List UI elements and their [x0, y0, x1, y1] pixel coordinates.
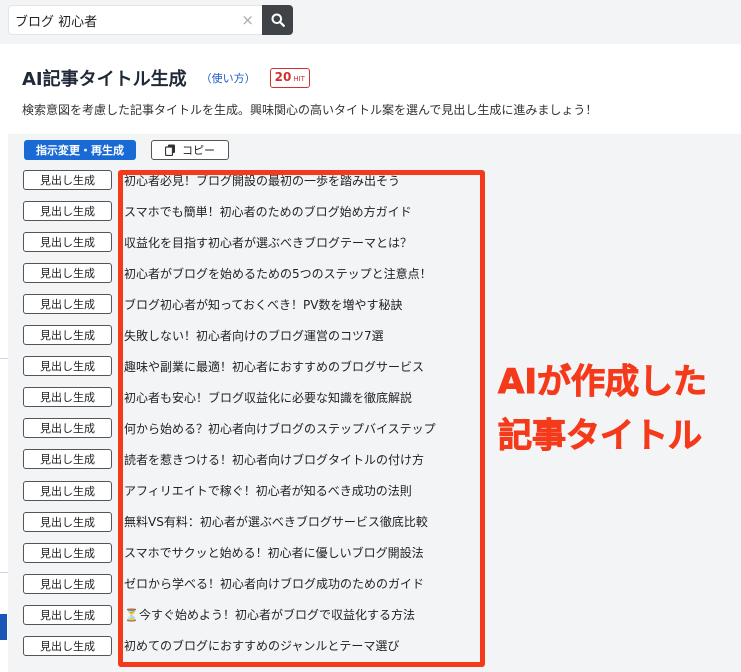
list-item: 見出し生成 失敗しない！初心者向けのブログ運営のコツ7選: [23, 325, 384, 346]
article-title: 初心者がブログを始めるための5つのステップと注意点！: [124, 266, 432, 281]
list-item: 見出し生成 読者を惹きつける！初心者向けブログタイトルの付け方: [23, 449, 425, 470]
generate-headings-button[interactable]: 見出し生成: [23, 232, 112, 253]
list-item: 見出し生成 初心者がブログを始めるための5つのステップと注意点！: [23, 263, 432, 284]
generate-headings-button[interactable]: 見出し生成: [23, 573, 112, 594]
article-title: 初めてのブログにおすすめのジャンルとテーマ選び: [124, 639, 400, 654]
article-title: 趣味や副業に最適！初心者におすすめのブログサービス: [124, 359, 425, 374]
generate-headings-button[interactable]: 見出し生成: [23, 542, 112, 563]
article-title: ⏳今すぐ始めよう！初心者がブログで収益化する方法: [124, 608, 415, 623]
generate-headings-button[interactable]: 見出し生成: [23, 511, 112, 532]
clear-icon[interactable]: ×: [241, 11, 254, 29]
list-item: 見出し生成 初心者必見！ブログ開設の最初の一歩を踏み出そう: [23, 170, 400, 190]
generate-headings-button[interactable]: 見出し生成: [23, 387, 112, 408]
copy-button[interactable]: コピー: [151, 140, 229, 160]
results-toolbar: 指示変更・再生成 コピー: [24, 140, 229, 160]
list-item: 見出し生成 無料VS有料：初心者が選ぶべきブログサービス徹底比較: [23, 511, 428, 532]
card-header: AI記事タイトル生成 （使い方） 20 HIT 検索意図を考慮した記事タイトルを…: [8, 52, 741, 134]
annotation-line-2: 記事タイトル: [498, 416, 703, 457]
article-title: スマホでサクッと始める！初心者に優しいブログ開設法: [124, 546, 424, 561]
copy-label: コピー: [182, 145, 215, 157]
hit-count: 20: [274, 70, 292, 84]
title-row: AI記事タイトル生成 （使い方） 20 HIT: [22, 65, 310, 91]
list-item: 見出し生成 ゼロから学べる！初心者向けブログ成功のためのガイド: [23, 573, 425, 594]
generate-headings-button[interactable]: 見出し生成: [23, 449, 112, 470]
article-title: ブログ初心者が知っておくべき！PV数を増やす秘訣: [124, 297, 403, 312]
generate-headings-button[interactable]: 見出し生成: [23, 325, 112, 346]
article-title: 失敗しない！初心者向けのブログ運営のコツ7選: [124, 328, 384, 343]
list-item: 見出し生成 ⏳今すぐ始めよう！初心者がブログで収益化する方法: [23, 604, 415, 625]
list-item: 見出し生成 収益化を目指す初心者が選ぶべきブログテーマとは？: [23, 232, 413, 253]
article-title: 何から始める？初心者向けブログのステップバイステップ: [124, 421, 436, 436]
article-title: 初心者必見！ブログ開設の最初の一歩を踏み出そう: [124, 173, 401, 188]
generate-headings-button[interactable]: 見出し生成: [23, 294, 112, 315]
list-item: 見出し生成 アフィリエイトで稼ぐ！初心者が知るべき成功の法則: [23, 480, 412, 501]
hit-count-badge: 20 HIT: [269, 68, 310, 88]
generate-headings-button[interactable]: 見出し生成: [23, 201, 112, 222]
list-item: 見出し生成 ブログ初心者が知っておくべき！PV数を増やす秘訣: [23, 294, 403, 315]
generate-headings-button[interactable]: 見出し生成: [23, 170, 112, 190]
list-item: 見出し生成 スマホでも簡単！初心者のためのブログ始め方ガイド: [23, 201, 412, 222]
help-link[interactable]: （使い方）: [201, 70, 256, 86]
generate-headings-button[interactable]: 見出し生成: [23, 480, 112, 501]
article-title: ゼロから学べる！初心者向けブログ成功のためのガイド: [124, 577, 425, 592]
generate-headings-button[interactable]: 見出し生成: [23, 635, 112, 656]
article-title: アフィリエイトで稼ぐ！初心者が知るべき成功の法則: [124, 484, 412, 498]
search-box: ×: [8, 5, 262, 35]
generate-headings-button[interactable]: 見出し生成: [23, 356, 112, 377]
search-button[interactable]: [262, 5, 293, 35]
article-title: 収益化を目指す初心者が選ぶべきブログテーマとは？: [124, 235, 413, 250]
page-title: AI記事タイトル生成: [22, 69, 187, 90]
left-divider: [0, 358, 8, 359]
copy-icon: [165, 144, 175, 156]
list-item: 見出し生成 趣味や副業に最適！初心者におすすめのブログサービス: [23, 356, 425, 377]
article-title: スマホでも簡単！初心者のためのブログ始め方ガイド: [124, 204, 412, 219]
generate-headings-button[interactable]: 見出し生成: [23, 418, 112, 439]
list-item: 見出し生成 初めてのブログにおすすめのジャンルとテーマ選び: [23, 635, 400, 656]
left-accent: [0, 614, 7, 640]
article-title: 初心者も安心！ブログ収益化に必要な知識を徹底解説: [124, 390, 413, 405]
page-description: 検索意図を考慮した記事タイトルを生成。興味関心の高いタイトル案を選んで見出し生成…: [22, 103, 598, 117]
article-title: 無料VS有料：初心者が選ぶべきブログサービス徹底比較: [124, 515, 428, 530]
annotation-line-1: AIが作成した: [498, 362, 708, 403]
search-bar: ×: [0, 0, 741, 44]
list-item: 見出し生成 初心者も安心！ブログ収益化に必要な知識を徹底解説: [23, 387, 413, 408]
regenerate-button[interactable]: 指示変更・再生成: [24, 140, 136, 160]
generate-headings-button[interactable]: 見出し生成: [23, 263, 112, 284]
list-item: 見出し生成 スマホでサクッと始める！初心者に優しいブログ開設法: [23, 542, 424, 563]
annotation-text: AIが作成した 記事タイトル: [498, 355, 708, 463]
search-icon: [271, 13, 285, 27]
left-divider: [0, 572, 8, 573]
hit-unit: HIT: [293, 75, 305, 83]
article-title: 読者を惹きつける！初心者向けブログタイトルの付け方: [124, 452, 425, 467]
generate-headings-button[interactable]: 見出し生成: [23, 604, 112, 625]
search-input[interactable]: [15, 6, 237, 34]
list-item: 見出し生成 何から始める？初心者向けブログのステップバイステップ: [23, 418, 436, 439]
